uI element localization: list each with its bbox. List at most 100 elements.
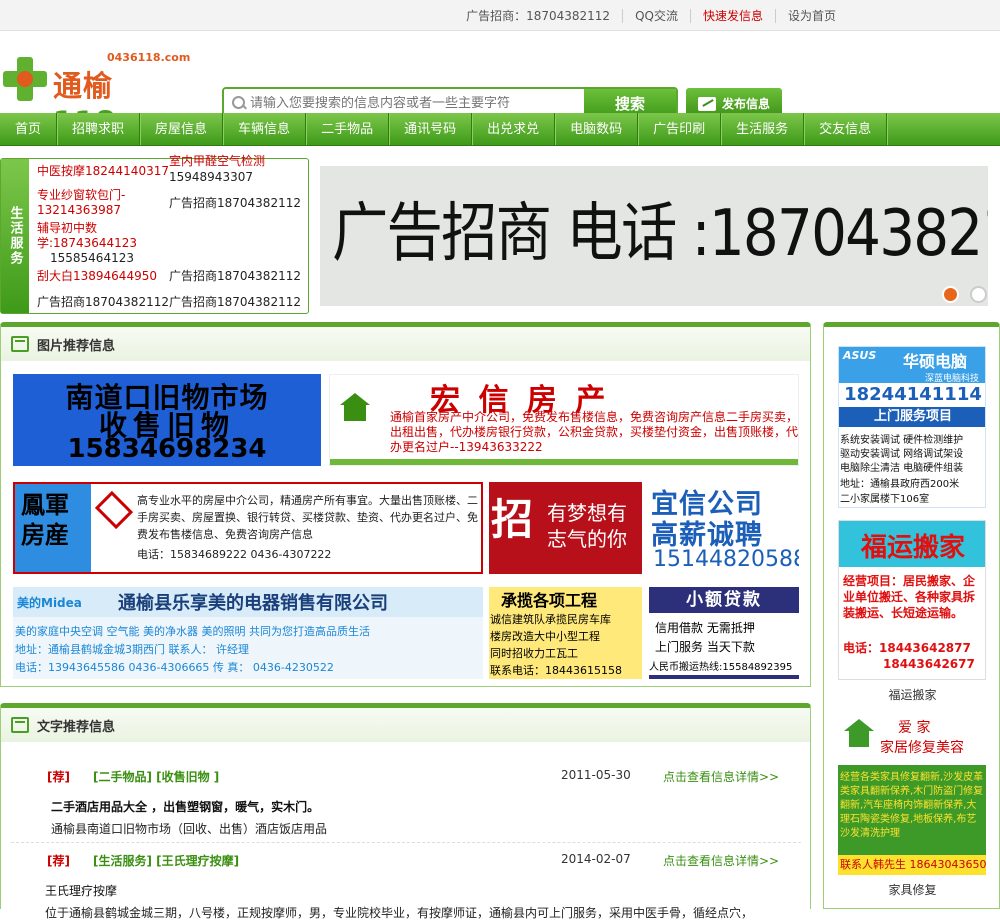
life-service-tab: 生活服务 [1,159,29,313]
nav-item-home[interactable]: 首页 [0,113,58,145]
ad-project-title: 承揽各项工程 [501,591,598,610]
ad-fuyun-phone: 电话：18443642877 [843,641,971,655]
life-item[interactable]: 15585464123 [50,251,134,265]
panel-title: 图片推荐信息 [37,338,116,354]
slider-dot-2[interactable] [970,286,987,303]
entry-headline[interactable]: 王氏理疗按摩 [45,882,117,899]
nav-item-dating[interactable]: 交友信息 [804,113,888,145]
post-fast-link[interactable]: 快速发信息 [691,8,776,23]
ad-loan-l1: 信用借款 无需抵押 [655,621,755,635]
nav-item-phone-numbers[interactable]: 通讯号码 [389,113,473,145]
ad-fuyun-caption[interactable]: 福运搬家 [824,686,1000,703]
nav-item-printing[interactable]: 广告印刷 [638,113,722,145]
nav-item-transfer[interactable]: 出兑求兑 [472,113,556,145]
ad-aijia[interactable]: 爱 家 家居修复美容 经营各类家具修复翻新,沙发皮革类家具翻新保养,木门防盗门修… [838,715,986,875]
ad-zhaopin[interactable]: 招 有梦想有志气的你 [489,482,642,574]
life-item[interactable]: 广告招商18704382112 [169,269,301,283]
search-input[interactable] [250,95,584,111]
pen-icon [697,96,716,111]
ad-project-l4: 联系电话：18443615158 [490,664,622,677]
site-logo[interactable]: 0436118.com 通榆118 [3,51,190,139]
ad-fengjun-phone: 电话：15834689222 0436-4307222 [137,548,332,561]
ad-asus-l5: 二小家属楼下106室 [840,494,930,505]
life-item[interactable]: 室内甲醛空气检测 [169,154,265,168]
ad-aijia-title1: 爱 家 [898,720,931,736]
category-link[interactable]: [二手物品] [收售旧物 ] [93,768,219,785]
set-home-link[interactable]: 设为首页 [776,9,848,23]
life-item[interactable]: 辅导初中数 [37,221,97,235]
life-item[interactable]: 15948943307 [169,170,253,184]
banner-text: 广告招商 电话 :18704382112 [332,197,988,271]
nav-item-secondhand[interactable]: 二手物品 [306,113,390,145]
ad-yixin-phone: 15144820588 [653,547,799,572]
ad-fuyun[interactable]: 福运搬家 经营项目：居民搬家、企业单位搬迁、各种家具拆装搬运、长短途运输。 电话… [838,520,986,680]
recommend-tag: [荐] [47,770,70,784]
ad-contact-text: 广告招商：18704382112 [454,8,624,23]
life-item[interactable]: 广告招商18704382112 [169,196,301,210]
ad-aijia-title2: 家居修复美容 [880,740,964,756]
ad-aijia-desc: 经营各类家具修复翻新,沙发皮革类家具翻新保养,木门防盗门修复翻新,汽车座椅内饰翻… [840,772,984,839]
life-item[interactable]: 13214363987 [37,203,121,217]
qq-link[interactable]: QQ交流 [623,8,691,23]
ad-midea-line2: 地址：通榆县鹤城金城3期西门 联系人： 许经理 [15,643,249,656]
ad-asus-sub: 深蓝电脑科技 [925,374,980,384]
top-bar: 广告招商：18704382112 QQ交流 快速发信息 设为首页 [0,0,1000,31]
ad-fuyun-phone2: 18443642677 [883,657,975,671]
ad-midea[interactable]: 美的Midea 通榆县乐享美的电器销售有限公司 美的家庭中央空调 空气能 美的净… [13,587,483,679]
entry-summary: 位于通榆县鹤城金城三期，八号楼，正规按摩师，男，专业院校毕业，有按摩师证，通榆县… [45,906,754,920]
slider-dot-1[interactable] [942,286,959,303]
nav-item-computers[interactable]: 电脑数码 [555,113,639,145]
divider [11,842,801,843]
document-edit-icon [11,717,29,733]
life-item[interactable]: 学:18743644123 [37,236,137,250]
banner-slider[interactable]: 广告招商 电话 :18704382112 [320,166,988,306]
ad-project[interactable]: 承揽各项工程 诚信建筑队承揽民房车库 楼房改造大中小型工程 同时招收力工瓦工 联… [489,587,642,679]
life-item[interactable]: 广告招商18704382112 [169,295,301,309]
ad-midea-line3: 电话：13943645586 0436-4306665 传 真： 0436-42… [15,661,334,674]
post-date: 2014-02-07 [561,852,631,866]
nav-item-vehicles[interactable]: 车辆信息 [223,113,307,145]
life-service-box: 生活服务 中医按摩18244140317 室内甲醛空气检测 1594894330… [0,154,309,314]
panel-title: 文字推荐信息 [37,719,116,735]
life-item[interactable]: 刮大白13894644950 [37,269,157,283]
ad-hongxin-desc: 通榆首家房产中介公司，免费发布售楼信息，免费咨询房产信息二手房买卖，出租出售，代… [390,410,799,454]
nav-item-jobs[interactable]: 招聘求职 [57,113,141,145]
home-icon [844,719,874,747]
ad-loan[interactable]: 小额贷款 信用借款 无需抵押 上门服务 当天下款 人民币搬运热线:1558489… [649,587,799,679]
ad-project-l3: 同时招收力工瓦工 [490,647,578,660]
ad-asus-phone: 18244141114 [844,384,982,405]
ad-asus[interactable]: ASUS 华硕电脑 深蓝电脑科技 18244141114 上门服务项目 系统安装… [838,346,986,508]
picture-recommend-panel: 图片推荐信息 南道口旧物市场 收售旧物 15834698234 宏 信 房 产 … [0,322,811,687]
entry-headline[interactable]: 二手酒店用品大全 ，出售塑钢窗，暖气，实木门。 [51,798,319,815]
ad-hongxin[interactable]: 宏 信 房 产 通榆首家房产中介公司，免费发布售楼信息，免费咨询房产信息二手房买… [329,374,799,466]
ad-aijia-contact: 联系人韩先生 18643043650 [838,855,986,875]
ad-fengjun-logo: 鳳軍房産 [15,484,91,572]
top-links: 广告招商：18704382112 QQ交流 快速发信息 设为首页 [454,0,848,31]
nav-item-housing[interactable]: 房屋信息 [140,113,224,145]
ad-yixin[interactable]: 宜信公司 高薪诚聘 15144820588 [649,482,799,574]
text-recommend-panel: 文字推荐信息 [荐] [二手物品] [收售旧物 ] 2011-05-30 点击查… [0,703,811,920]
panel-header: 图片推荐信息 [1,327,810,361]
ad-fengjun[interactable]: 鳳軍房産 高专业水平的房屋中介公司，精通房产所有事宜。大量出售顶账楼、二手房买卖… [13,482,483,574]
category-link[interactable]: [生活服务] [王氏理疗按摩] [93,852,239,869]
details-link[interactable]: 点击查看信息详情>> [663,852,779,869]
ad-market[interactable]: 南道口旧物市场 收售旧物 15834698234 [13,374,321,466]
logo-cross-icon [3,57,47,101]
ad-asus-l3: 电脑除尘清洁 电脑硬件组装 [840,463,964,474]
nav-item-life-services[interactable]: 生活服务 [721,113,805,145]
entry-summary: 通榆县南道口旧物市场（回收、出售）酒店饭店用品 [51,822,328,836]
life-item[interactable]: 中医按摩18244140317 [37,164,169,178]
ad-project-l2: 楼房改造大中小型工程 [490,630,600,643]
details-link[interactable]: 点击查看信息详情>> [663,768,779,785]
ad-loan-l3: 人民币搬运热线:15584892395 [649,662,793,673]
life-item[interactable]: 广告招商18704382112 [37,295,169,309]
panel-header: 文字推荐信息 [1,708,810,742]
midea-logo: 美的Midea [17,596,82,610]
main-nav: 首页 招聘求职 房屋信息 车辆信息 二手物品 通讯号码 出兑求兑 电脑数码 广告… [0,113,1000,146]
ad-asus-banner: 上门服务项目 [839,407,985,427]
house-icon [336,393,374,423]
ad-aijia-caption[interactable]: 家具修复 [824,881,1000,898]
ad-loan-title: 小额贷款 [649,587,799,613]
life-item[interactable]: 专业纱窗软包门- [37,188,125,202]
ad-fengjun-desc: 高专业水平的房屋中介公司，精通房产所有事宜。大量出售顶账楼、二手房买卖、房屋置换… [137,494,478,541]
